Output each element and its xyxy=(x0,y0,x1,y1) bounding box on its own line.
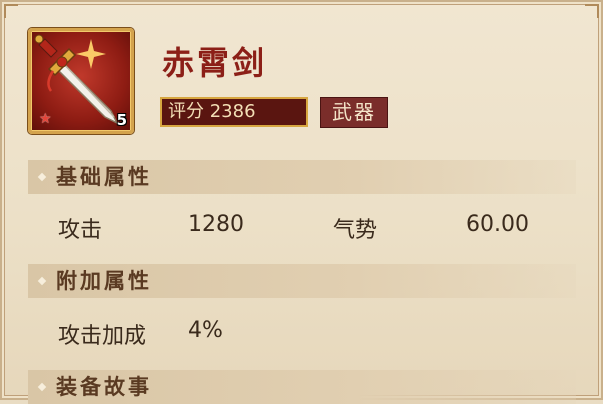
item-type-badge: 武器 xyxy=(320,97,388,128)
score-box: 评分 2386 xyxy=(160,97,308,127)
attr-value-attack-bonus: 4% xyxy=(188,318,223,343)
diamond-icon xyxy=(37,276,47,286)
item-icon-frame[interactable]: ★ 5 xyxy=(28,28,134,134)
diamond-icon xyxy=(37,382,47,392)
section-title: 附加属性 xyxy=(56,268,152,293)
attr-name-attack: 攻击 xyxy=(58,218,103,243)
attr-name-momentum: 气势 xyxy=(333,218,378,243)
corner-ornament xyxy=(585,4,599,18)
section-header-extra: 附加属性 xyxy=(28,264,576,298)
section-header-story: 装备故事 xyxy=(28,370,576,404)
section-title: 基础属性 xyxy=(56,164,152,189)
corner-ornament xyxy=(4,4,18,18)
attr-value-attack: 1280 xyxy=(188,212,244,237)
attr-name-attack-bonus: 攻击加成 xyxy=(58,324,147,349)
attr-value-momentum: 60.00 xyxy=(466,212,529,237)
section-header-basic: 基础属性 xyxy=(28,160,576,194)
item-name: 赤霄剑 xyxy=(162,44,268,82)
star-icon: ★ xyxy=(39,111,52,127)
diamond-icon xyxy=(37,172,47,182)
item-detail-panel: ★ 5 赤霄剑 评分 2386 武器 基础属性 攻击 1280 气势 60.00… xyxy=(0,0,603,404)
star-level: 5 xyxy=(116,111,127,129)
section-title: 装备故事 xyxy=(56,374,152,399)
